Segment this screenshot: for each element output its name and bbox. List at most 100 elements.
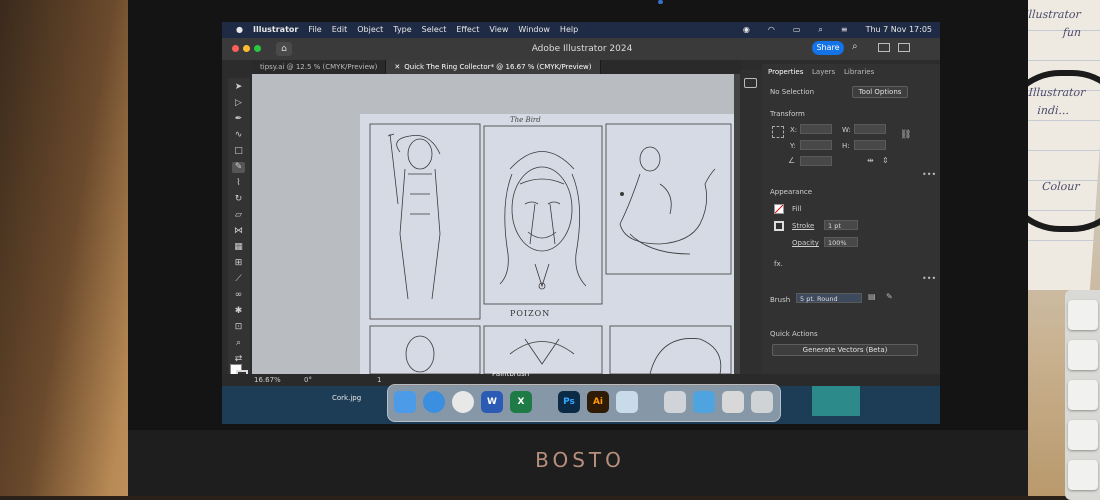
photoshop-icon[interactable]: Ps (558, 391, 580, 413)
symbol-sprayer-tool-icon[interactable]: ✱ (232, 306, 245, 317)
preview-icon[interactable] (616, 391, 638, 413)
more-options-icon[interactable]: ••• (922, 170, 936, 179)
share-button[interactable]: Share (812, 41, 844, 55)
keyboard-key (1068, 380, 1098, 410)
gradient-tool-icon[interactable]: ▦ (232, 242, 245, 253)
workspace-icon[interactable] (898, 43, 910, 52)
current-tool-label: Paintbrush (492, 370, 530, 378)
generate-vectors-button[interactable]: Generate Vectors (Beta) (772, 344, 918, 356)
zoom-tool-icon[interactable]: ⌕ (232, 338, 245, 349)
canvas[interactable]: The Bird POIZON (252, 74, 740, 374)
home-icon[interactable]: ⌂ (276, 42, 292, 56)
tab-properties[interactable]: Properties (768, 68, 803, 76)
curvature-tool-icon[interactable]: ∿ (232, 130, 245, 141)
menu-file[interactable]: File (308, 22, 321, 38)
comic-panel (369, 325, 481, 374)
apple-icon[interactable]: ● (236, 22, 243, 38)
pen-tool-icon[interactable]: ✒ (232, 114, 245, 125)
shaper-tool-icon[interactable]: ⌇ (232, 178, 245, 189)
rotate-tool-icon[interactable]: ↻ (232, 194, 245, 205)
blend-tool-icon[interactable]: ∞ (232, 290, 245, 301)
tab-quick-the-ring-collector[interactable]: ✕ Quick The Ring Collector* @ 16.67 % (CM… (386, 60, 601, 74)
search-icon[interactable]: ⌕ (852, 41, 858, 52)
chrome-icon[interactable] (452, 391, 474, 413)
menu-illustrator[interactable]: Illustrator (253, 22, 298, 38)
appearance-title: Appearance (770, 188, 813, 196)
menu-effect[interactable]: Effect (456, 22, 479, 38)
rectangle-tool-icon[interactable]: □ (232, 146, 245, 157)
paintbrush-tool-icon[interactable]: ✎ (232, 162, 245, 173)
comic-panel (605, 123, 732, 275)
safari-icon[interactable] (423, 391, 445, 413)
mesh-tool-icon[interactable]: ⊞ (232, 258, 245, 269)
menu-type[interactable]: Type (393, 22, 411, 38)
rotation-value[interactable]: 0° (304, 374, 312, 386)
h-field[interactable] (854, 140, 886, 150)
stroke-label[interactable]: Stroke (792, 222, 814, 230)
brush-libraries-icon[interactable]: ▤ (868, 292, 876, 301)
selection-tool-icon[interactable]: ➤ (232, 82, 245, 93)
menu-edit[interactable]: Edit (332, 22, 348, 38)
reference-point-icon[interactable] (772, 126, 784, 138)
tool-options-button[interactable]: Tool Options (852, 86, 908, 98)
fill-label: Fill (792, 205, 802, 213)
minimize-window-button[interactable] (243, 45, 250, 52)
comic-panel (369, 123, 481, 320)
menu-select[interactable]: Select (422, 22, 447, 38)
more-options-icon[interactable]: ••• (922, 274, 936, 283)
tab-tipsy[interactable]: tipsy.ai @ 12.5 % (CMYK/Preview) (252, 60, 387, 74)
artboard-tool-icon[interactable]: ⊡ (232, 322, 245, 333)
finder-icon[interactable] (394, 391, 416, 413)
stroke-color-swatch[interactable] (774, 221, 784, 231)
desktop-file-thumbnail[interactable] (812, 386, 860, 416)
screen: ● Illustrator File Edit Object Type Sele… (222, 22, 940, 424)
flip-vertical-icon[interactable]: ⇕ (882, 156, 889, 165)
stroke-weight-field[interactable]: 1 pt (824, 220, 858, 230)
opacity-field[interactable]: 100% (824, 237, 858, 247)
screenshot-icon[interactable] (722, 391, 744, 413)
close-window-button[interactable] (232, 45, 239, 52)
brush-dropdown[interactable]: 5 pt. Round (796, 293, 862, 303)
comments-icon[interactable] (744, 78, 757, 88)
artboard-number[interactable]: 1 (377, 374, 381, 386)
trash-icon[interactable] (751, 391, 773, 413)
direct-selection-tool-icon[interactable]: ▷ (232, 98, 245, 109)
zoom-level[interactable]: 16.67% (254, 374, 281, 386)
flip-horizontal-icon[interactable]: ⇹ (867, 156, 874, 165)
zoom-window-button[interactable] (254, 45, 261, 52)
tab-close-icon[interactable]: ✕ (394, 63, 400, 71)
word-icon[interactable]: W (481, 391, 503, 413)
creative-cloud-icon[interactable]: ◉ (743, 22, 750, 38)
menu-window[interactable]: Window (518, 22, 550, 38)
fill-color-swatch[interactable] (774, 204, 784, 214)
tab-layers[interactable]: Layers (812, 68, 835, 76)
brush-options-icon[interactable]: ✎ (886, 292, 893, 301)
arrange-documents-icon[interactable] (878, 43, 890, 52)
opacity-label[interactable]: Opacity (792, 239, 819, 247)
artboard[interactable]: The Bird POIZON (360, 114, 740, 374)
illustrator-icon[interactable]: Ai (587, 391, 609, 413)
desktop-file-label[interactable]: Cork.jpg (332, 394, 361, 402)
fx-button[interactable]: fx. (774, 260, 783, 268)
w-field[interactable] (854, 124, 886, 134)
constrain-proportions-icon[interactable]: ⛓ (900, 130, 911, 140)
eyedropper-tool-icon[interactable]: ⟋ (232, 274, 245, 285)
excel-icon[interactable]: X (510, 391, 532, 413)
tab-libraries[interactable]: Libraries (844, 68, 874, 76)
eraser-tool-icon[interactable]: ▱ (232, 210, 245, 221)
rotate-field[interactable] (800, 156, 832, 166)
control-center-icon[interactable]: ≡ (841, 22, 848, 38)
menu-view[interactable]: View (489, 22, 508, 38)
y-field[interactable] (800, 140, 832, 150)
x-field[interactable] (800, 124, 832, 134)
document-icon[interactable] (664, 391, 686, 413)
battery-icon[interactable]: ▭ (793, 22, 801, 38)
menu-help[interactable]: Help (560, 22, 578, 38)
width-tool-icon[interactable]: ⋈ (232, 226, 245, 237)
wifi-icon[interactable]: ◠ (768, 22, 775, 38)
search-icon[interactable]: ⌕ (818, 22, 822, 38)
folder-icon[interactable] (693, 391, 715, 413)
menu-object[interactable]: Object (357, 22, 383, 38)
y-label: Y: (790, 142, 796, 150)
menubar-clock[interactable]: Thu 7 Nov 17:05 (866, 22, 932, 38)
